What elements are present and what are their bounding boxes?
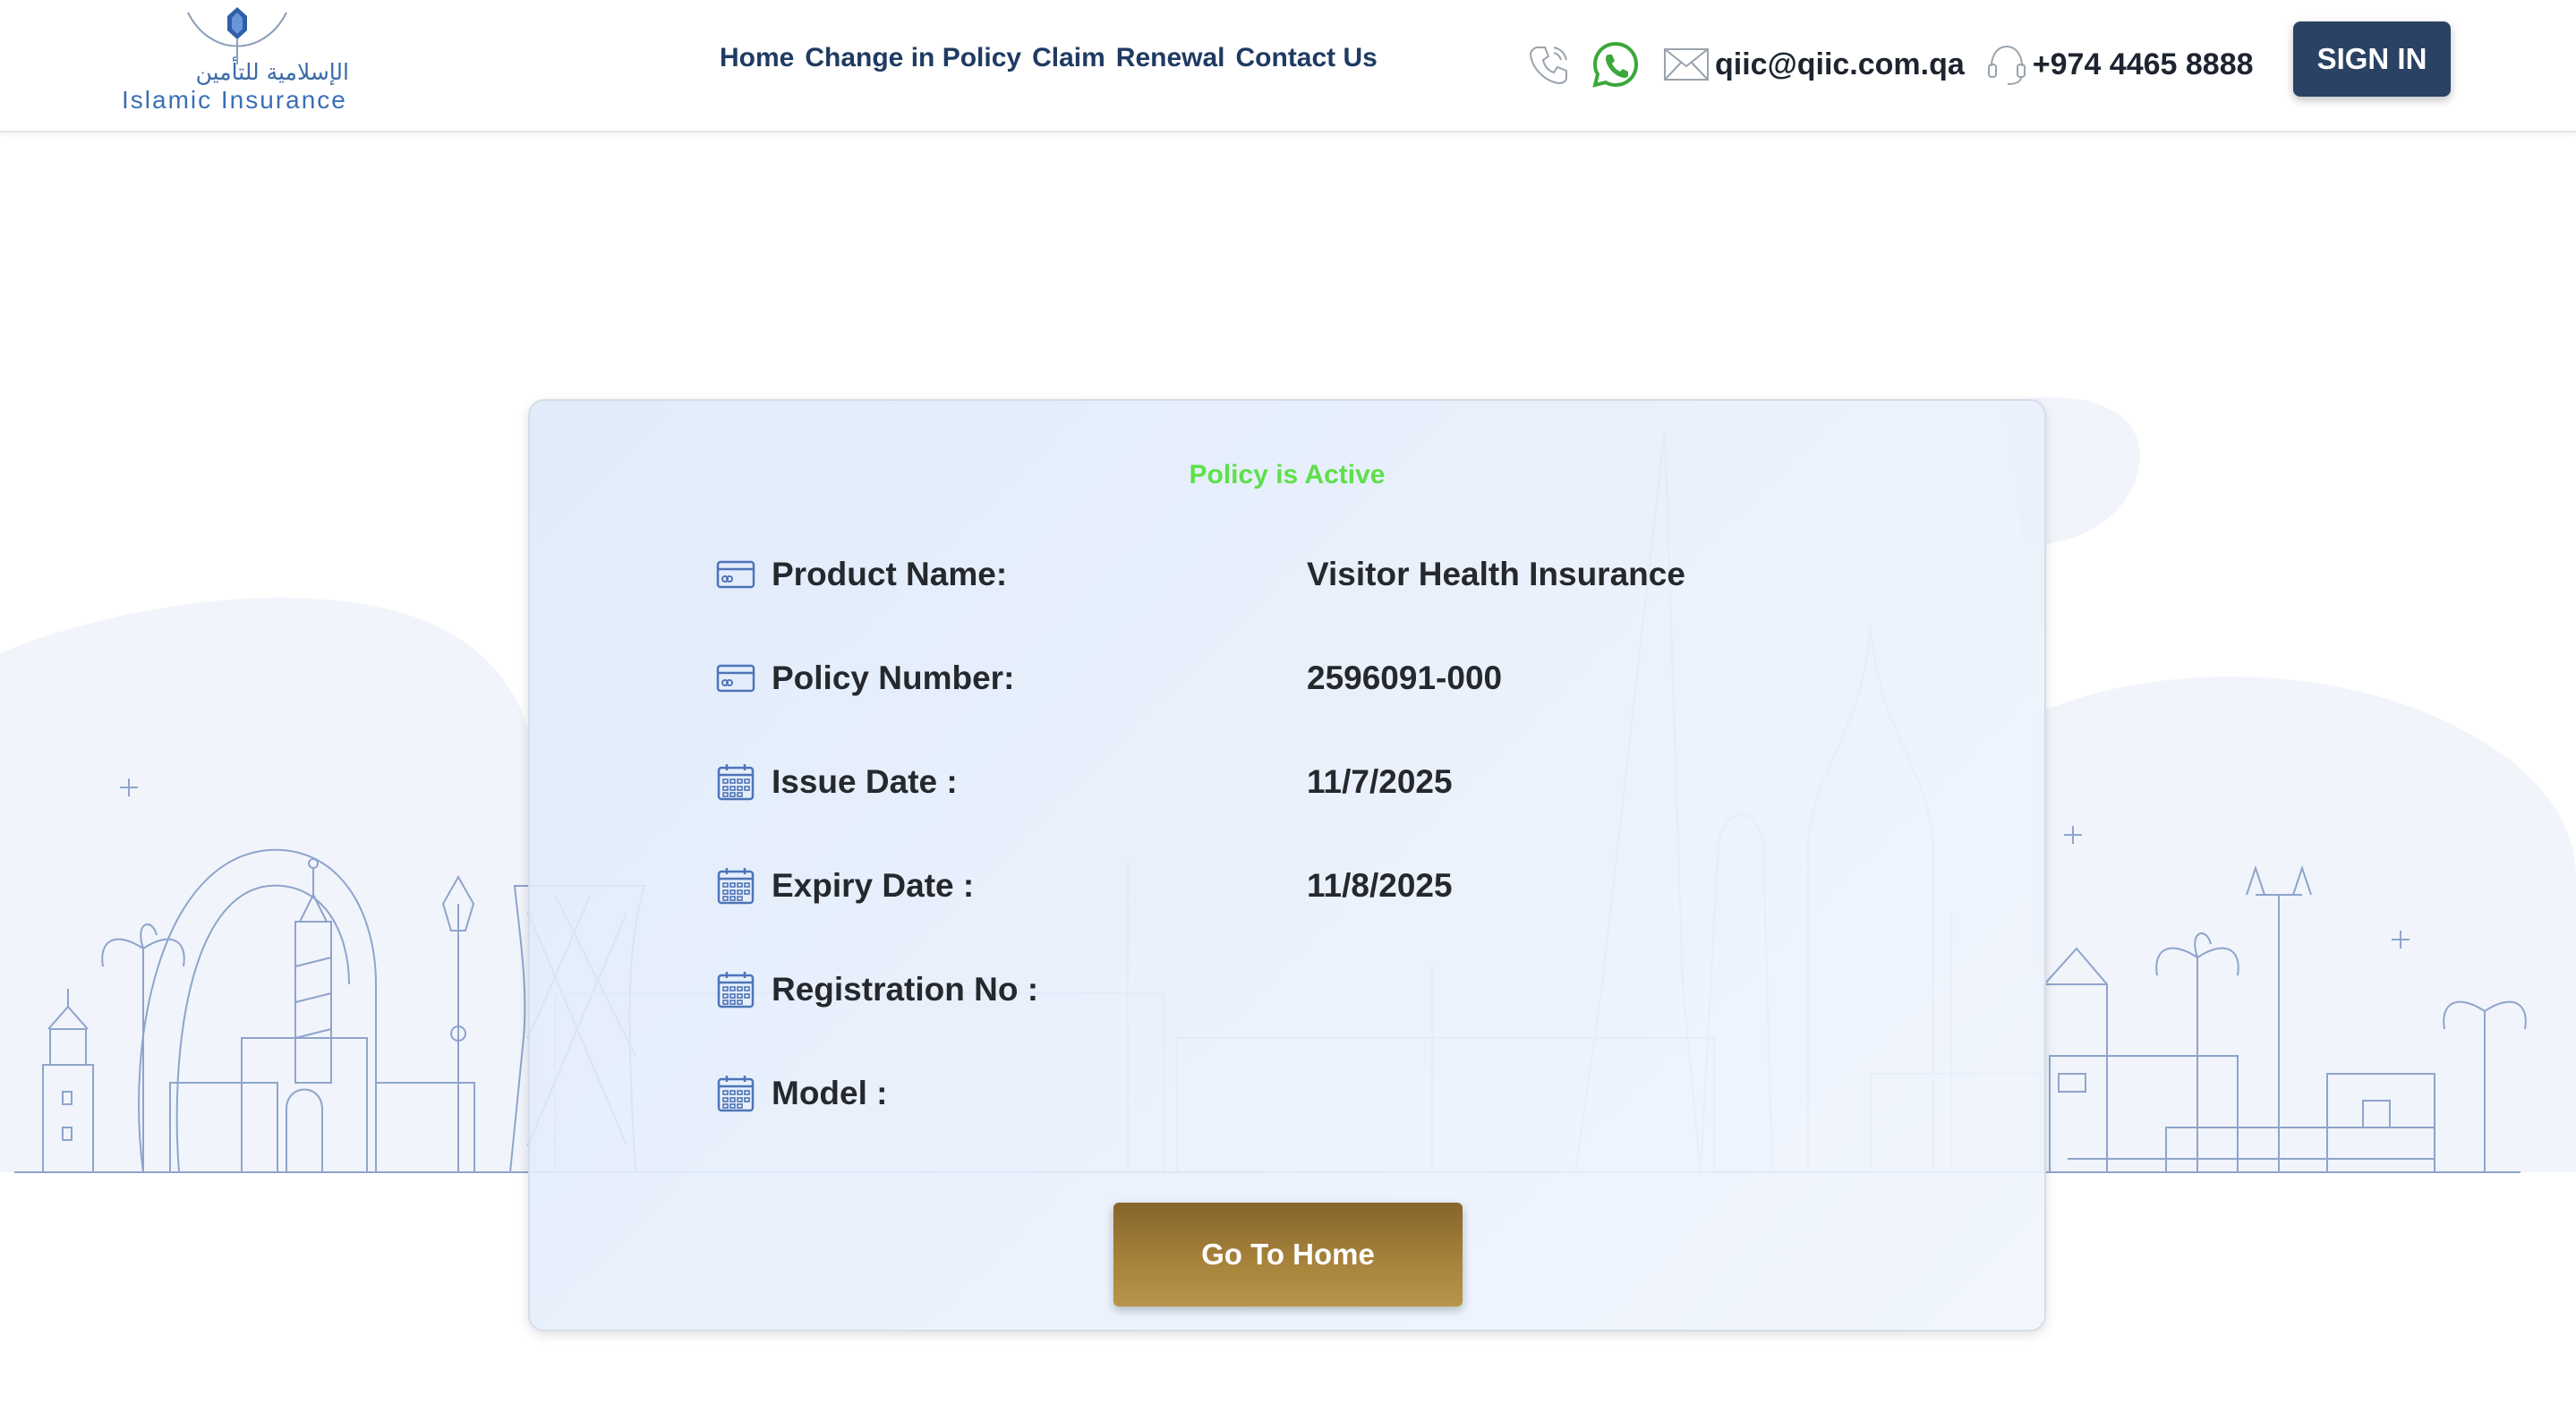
headset-icon xyxy=(1986,41,2027,88)
nav-change-in-policy[interactable]: Change in Policy xyxy=(805,43,1021,73)
detail-label: Model : xyxy=(772,1075,888,1111)
nav-home[interactable]: Home xyxy=(720,43,794,73)
phone-number-link[interactable]: +974 4465 8888 xyxy=(2033,47,2254,82)
detail-row-issue-date: Issue Date : 11/7/2025 xyxy=(716,762,1880,866)
detail-row-model: Model : xyxy=(716,1074,1880,1178)
mail-icon[interactable] xyxy=(1663,47,1710,82)
nav-contact-us[interactable]: Contact Us xyxy=(1236,43,1378,73)
detail-row-policy-number: Policy Number: 2596091-000 xyxy=(716,659,1880,762)
policy-status: Policy is Active xyxy=(1189,460,1386,489)
calendar-icon xyxy=(716,762,755,802)
sign-in-button[interactable]: SIGN IN xyxy=(2293,21,2451,97)
email-link[interactable]: qiic@qiic.com.qa xyxy=(1715,47,1965,82)
detail-value: Visitor Health Insurance xyxy=(1307,556,1685,592)
whatsapp-icon[interactable] xyxy=(1591,40,1640,89)
phone-icon[interactable] xyxy=(1527,42,1572,87)
detail-label: Product Name: xyxy=(772,556,1008,592)
calendar-icon xyxy=(716,866,755,906)
calendar-icon xyxy=(716,970,755,1009)
policy-details: Product Name: Visitor Health Insurance P… xyxy=(716,555,1880,1178)
card-icon xyxy=(716,555,755,594)
go-to-home-button[interactable]: Go To Home xyxy=(1113,1203,1463,1306)
detail-label: Registration No : xyxy=(772,971,1039,1008)
card-icon xyxy=(716,659,755,698)
main-nav: Home Change in Policy Claim Renewal Cont… xyxy=(720,43,1378,73)
logo-star-icon xyxy=(187,7,287,64)
detail-value: 2596091-000 xyxy=(1307,659,1503,696)
detail-value: 11/7/2025 xyxy=(1307,763,1453,800)
detail-value: 11/8/2025 xyxy=(1307,867,1453,904)
logo[interactable]: الإسلامية للتأمين Islamic Insurance xyxy=(116,4,358,114)
nav-claim[interactable]: Claim xyxy=(1032,43,1105,73)
site-header: الإسلامية للتأمين Islamic Insurance Home… xyxy=(0,0,2576,132)
detail-label: Issue Date : xyxy=(772,763,958,800)
detail-row-expiry-date: Expiry Date : 11/8/2025 xyxy=(716,866,1880,970)
detail-label: Policy Number: xyxy=(772,659,1015,696)
detail-row-registration-no: Registration No : xyxy=(716,970,1880,1074)
detail-row-product-name: Product Name: Visitor Health Insurance xyxy=(716,555,1880,659)
logo-text: Islamic Insurance xyxy=(122,86,347,114)
logo-arabic-text: الإسلامية للتأمين xyxy=(195,59,349,85)
contact-area: qiic@qiic.com.qa +974 4465 8888 xyxy=(1527,36,2254,93)
policy-card: Policy is Active Product Name: Visitor H… xyxy=(528,399,2046,1332)
detail-label: Expiry Date : xyxy=(772,867,975,904)
calendar-icon xyxy=(716,1074,755,1113)
nav-renewal[interactable]: Renewal xyxy=(1116,43,1225,73)
